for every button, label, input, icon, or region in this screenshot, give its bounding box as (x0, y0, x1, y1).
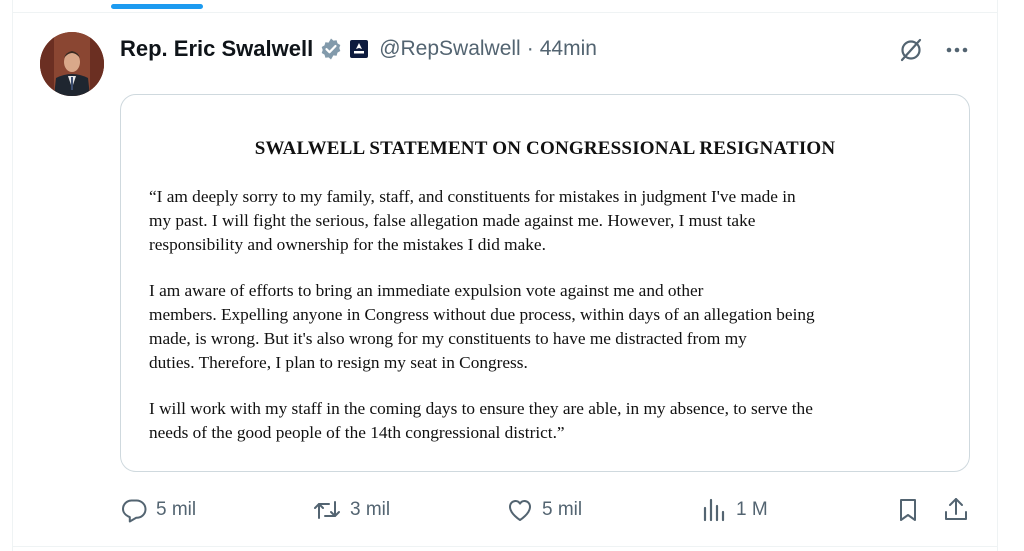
statement-image-card[interactable]: SWALWELL STATEMENT ON CONGRESSIONAL RESI… (120, 94, 970, 472)
repost-count: 3 mil (350, 499, 391, 520)
header-separator: · (526, 37, 534, 60)
post-timestamp[interactable]: 44min (540, 37, 597, 61)
reply-count: 5 mil (156, 499, 197, 520)
bottom-divider (13, 546, 997, 547)
statement-line: made, is wrong. But it's also wrong for … (149, 329, 747, 348)
avatar[interactable] (40, 32, 104, 96)
views-icon (703, 498, 725, 522)
grok-icon[interactable] (897, 36, 925, 64)
post-header: Rep. Eric Swalwell @RepSwalwell · 44min (120, 33, 597, 65)
statement-paragraph-1: “I am deeply sorry to my family, staff, … (149, 185, 949, 257)
statement-line: I am aware of efforts to bring an immedi… (149, 281, 704, 300)
statement-line: responsibility and ownership for the mis… (149, 235, 546, 254)
bookmark-icon (900, 499, 916, 521)
top-divider (13, 12, 997, 13)
statement-line: needs of the good people of the 14th con… (149, 423, 565, 442)
author-handle[interactable]: @RepSwalwell (379, 37, 521, 61)
like-button[interactable]: 5 mil (506, 494, 582, 526)
statement-line: I will work with my staff in the coming … (149, 399, 813, 418)
like-count: 5 mil (542, 499, 583, 520)
repost-icon (314, 501, 340, 519)
government-affiliation-icon[interactable] (349, 39, 369, 59)
statement-line: members. Expelling anyone in Congress wi… (149, 305, 815, 324)
active-tab-indicator (111, 4, 203, 9)
bookmark-button[interactable] (894, 494, 922, 526)
views-button[interactable]: 1 M (700, 494, 768, 526)
like-icon (509, 500, 531, 521)
share-icon (945, 498, 967, 520)
reply-button[interactable]: 5 mil (120, 494, 196, 526)
statement-paragraph-3: I will work with my staff in the coming … (149, 397, 949, 445)
statement-line: “I am deeply sorry to my family, staff, … (149, 187, 796, 206)
author-display-name[interactable]: Rep. Eric Swalwell (120, 36, 313, 62)
statement-line: duties. Therefore, I plan to resign my s… (149, 353, 528, 372)
share-button[interactable] (942, 494, 970, 526)
statement-paragraph-2: I am aware of efforts to bring an immedi… (149, 279, 949, 375)
statement-line: my past. I will fight the serious, false… (149, 211, 756, 230)
verified-badge-icon (319, 37, 343, 61)
reply-icon (122, 499, 147, 523)
statement-title: SWALWELL STATEMENT ON CONGRESSIONAL RESI… (254, 138, 836, 159)
more-icon[interactable] (942, 36, 972, 64)
repost-button[interactable]: 3 mil (312, 494, 390, 526)
views-count: 1 M (736, 499, 768, 520)
avatar-image (40, 32, 104, 96)
